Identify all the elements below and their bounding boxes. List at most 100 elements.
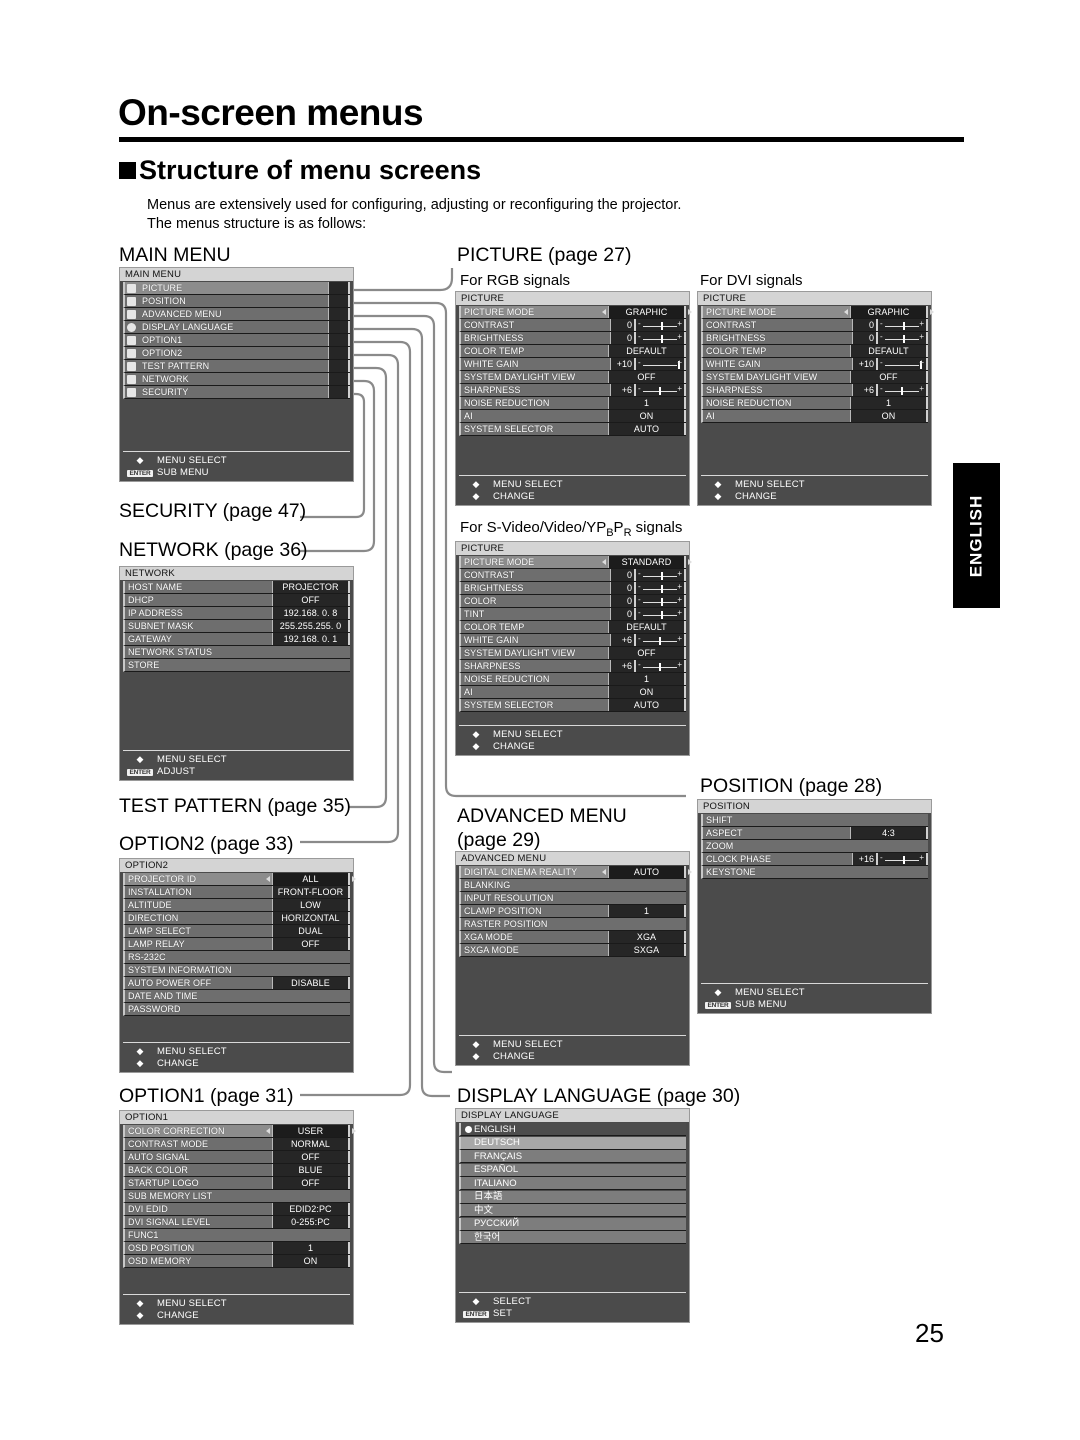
row-noise-reduction[interactable]: NOISE REDUCTION 1 <box>701 397 928 410</box>
row-contrast[interactable]: CONTRAST 0- + <box>459 569 686 582</box>
row-sharpness[interactable]: SHARPNESS +6- + <box>459 660 686 673</box>
row-value[interactable]: PROJECTOR <box>272 581 350 593</box>
row-value[interactable]: 0 <box>610 582 636 594</box>
slider-knob[interactable] <box>903 856 905 864</box>
row-value[interactable]: OFF <box>850 371 928 383</box>
row-store[interactable]: STORE <box>123 659 350 672</box>
row-direction[interactable]: DIRECTION HORIZONTAL <box>123 912 350 925</box>
slider-knob[interactable] <box>661 598 663 606</box>
row-value[interactable]: 0 <box>610 319 636 331</box>
row-clamp-position[interactable]: CLAMP POSITION 1 <box>459 905 686 918</box>
row-password[interactable]: PASSWORD <box>123 1003 350 1016</box>
row-value[interactable]: AUTO <box>602 866 692 878</box>
row-startup-logo[interactable]: STARTUP LOGO OFF <box>123 1177 350 1190</box>
main-menu-item-picture[interactable]: PICTURE <box>123 282 350 295</box>
chevron-right-icon[interactable] <box>930 309 934 315</box>
row-aspect[interactable]: ASPECT 4:3 <box>701 827 928 840</box>
row-ai[interactable]: AI ON <box>459 410 686 423</box>
row-value[interactable]: 0 <box>610 595 636 607</box>
main-menu-item-test-pattern[interactable]: TEST PATTERN <box>123 360 350 373</box>
row-slider[interactable]: - + <box>878 384 928 396</box>
row-auto-signal[interactable]: AUTO SIGNAL OFF <box>123 1151 350 1164</box>
row-value[interactable]: 0 <box>852 319 878 331</box>
chevron-left-icon[interactable] <box>844 309 848 315</box>
row-value[interactable]: OFF <box>608 647 686 659</box>
row-dvi-signal-level[interactable]: DVI SIGNAL LEVEL 0-255:PC <box>123 1216 350 1229</box>
row-value[interactable]: DEFAULT <box>608 621 686 633</box>
row-input-resolution[interactable]: INPUT RESOLUTION <box>459 892 686 905</box>
row-brightness[interactable]: BRIGHTNESS 0- + <box>459 332 686 345</box>
row-sharpness[interactable]: SHARPNESS +6- + <box>701 384 928 397</box>
row-value[interactable]: GRAPHIC <box>844 306 934 318</box>
row-ai[interactable]: AI ON <box>701 410 928 423</box>
row-value[interactable]: +10 <box>610 358 636 370</box>
row-slider[interactable]: - + <box>636 595 686 607</box>
row-system-daylight-view[interactable]: SYSTEM DAYLIGHT VIEW OFF <box>459 371 686 384</box>
row-value[interactable]: OFF <box>608 371 686 383</box>
row-value[interactable]: BLUE <box>272 1164 350 1176</box>
row-color-temp[interactable]: COLOR TEMP DEFAULT <box>459 621 686 634</box>
row-func1[interactable]: FUNC1 <box>123 1229 350 1242</box>
row-date-and-time[interactable]: DATE AND TIME <box>123 990 350 1003</box>
language-option-1[interactable]: DEUTSCH <box>459 1136 686 1150</box>
row-value[interactable]: STANDARD <box>602 556 692 568</box>
row-installation[interactable]: INSTALLATION FRONT-FLOOR <box>123 886 350 899</box>
language-option-3[interactable]: ESPAÑOL <box>459 1163 686 1177</box>
row-subnet-mask[interactable]: SUBNET MASK 255.255.255. 0 <box>123 620 350 633</box>
row-value[interactable]: XGA <box>608 931 686 943</box>
row-value[interactable]: OFF <box>272 1151 350 1163</box>
row-slider[interactable]: - + <box>636 582 686 594</box>
language-option-0[interactable]: ENGLISH <box>459 1123 686 1136</box>
slider-knob[interactable] <box>659 663 662 671</box>
row-sharpness[interactable]: SHARPNESS +6- + <box>459 384 686 397</box>
row-slider[interactable]: - + <box>636 569 686 581</box>
row-value[interactable]: HORIZONTAL <box>272 912 350 924</box>
main-menu-item-advanced-menu[interactable]: ADVANCED MENU <box>123 308 350 321</box>
row-value[interactable]: +6 <box>610 660 636 672</box>
row-shift[interactable]: SHIFT <box>701 814 928 827</box>
row-white-gain[interactable]: WHITE GAIN +10- + <box>701 358 928 371</box>
main-menu-item-option1[interactable]: OPTION1 <box>123 334 350 347</box>
chevron-right-icon[interactable] <box>352 1128 356 1134</box>
language-option-6[interactable]: 中文 <box>459 1204 686 1217</box>
row-contrast-mode[interactable]: CONTRAST MODE NORMAL <box>123 1138 350 1151</box>
row-value[interactable]: +6 <box>610 634 636 646</box>
main-menu-item-display-language[interactable]: DISPLAY LANGUAGE <box>123 321 350 334</box>
slider-knob[interactable] <box>659 637 662 645</box>
row-slider[interactable]: - + <box>878 358 928 370</box>
row-xga-mode[interactable]: XGA MODE XGA <box>459 931 686 944</box>
chevron-left-icon[interactable] <box>602 309 606 315</box>
row-host-name[interactable]: HOST NAME PROJECTOR <box>123 581 350 594</box>
row-contrast[interactable]: CONTRAST 0- + <box>701 319 928 332</box>
row-value[interactable]: ALL <box>266 873 356 885</box>
row-value[interactable]: LOW <box>272 899 350 911</box>
row-value[interactable]: GRAPHIC <box>602 306 692 318</box>
language-option-5[interactable]: 日本語 <box>459 1190 686 1204</box>
row-value[interactable]: 0-255:PC <box>272 1216 350 1228</box>
language-option-8[interactable]: 한국어 <box>459 1231 686 1244</box>
row-value[interactable]: DISABLE <box>272 977 350 989</box>
row-color-temp[interactable]: COLOR TEMP DEFAULT <box>701 345 928 358</box>
row-zoom[interactable]: ZOOM <box>701 840 928 853</box>
row-value[interactable]: 1 <box>608 905 686 917</box>
row-osd-memory[interactable]: OSD MEMORY ON <box>123 1255 350 1268</box>
slider-knob[interactable] <box>903 335 905 343</box>
row-value[interactable]: AUTO <box>608 423 686 435</box>
row-noise-reduction[interactable]: NOISE REDUCTION 1 <box>459 673 686 686</box>
row-value[interactable]: ON <box>608 410 686 422</box>
slider-knob[interactable] <box>659 387 662 395</box>
row-value[interactable]: DUAL <box>272 925 350 937</box>
row-value[interactable]: USER <box>266 1125 356 1137</box>
row-osd-position[interactable]: OSD POSITION 1 <box>123 1242 350 1255</box>
row-value[interactable]: 1 <box>850 397 928 409</box>
row-ip-address[interactable]: IP ADDRESS 192.168. 0. 8 <box>123 607 350 620</box>
row-value[interactable]: 4:3 <box>850 827 928 839</box>
row-blanking[interactable]: BLANKING <box>459 879 686 892</box>
chevron-left-icon[interactable] <box>266 1128 270 1134</box>
row-altitude[interactable]: ALTITUDE LOW <box>123 899 350 912</box>
chevron-left-icon[interactable] <box>602 869 606 875</box>
row-back-color[interactable]: BACK COLOR BLUE <box>123 1164 350 1177</box>
row-gateway[interactable]: GATEWAY 192.168. 0. 1 <box>123 633 350 646</box>
row-value[interactable]: ON <box>850 410 928 422</box>
row-value[interactable]: OFF <box>272 594 350 606</box>
